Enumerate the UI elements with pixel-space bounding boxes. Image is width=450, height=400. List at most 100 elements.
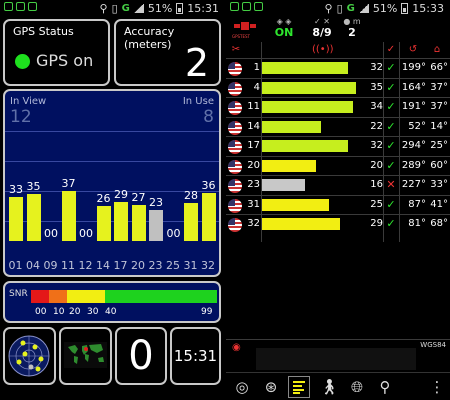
gps-status-panel[interactable]: GPS Status GPS on [3, 19, 110, 86]
snr-value: 16 [370, 179, 383, 190]
used-check-icon: ✓ [386, 61, 396, 74]
signal-bar [96, 206, 111, 241]
notification-icon [4, 2, 13, 11]
snr-tick-label: 30 [87, 307, 99, 317]
signal-bar [262, 159, 316, 172]
location-pin-icon[interactable]: ⚲ [374, 376, 396, 398]
speed-panel[interactable]: 0 [115, 327, 167, 385]
snr-legend-panel: SNR 00 10 20 30 40 99 [3, 281, 221, 323]
altitude: ● m 2 [340, 17, 364, 39]
table-row[interactable]: 23 16 ✕ 227° 33° [226, 175, 450, 194]
used-check-icon: ✓ [386, 80, 396, 94]
signal-value-label: 33 [9, 182, 23, 196]
elevation-icon: ⌂ [433, 44, 441, 55]
signal-bar [149, 210, 163, 241]
snr-label: SNR [9, 289, 28, 299]
notification-icon [28, 2, 37, 11]
walk-icon[interactable]: 🚶︎ [318, 376, 340, 398]
elevation-value: 37° [430, 101, 448, 112]
elevation-value: 41° [430, 198, 448, 210]
altitude-unit: m [352, 17, 361, 26]
used-check-icon: ✓ [386, 44, 396, 55]
signal-value-label: 28 [184, 189, 198, 203]
fix-icon: ◈ ◈ [276, 17, 292, 26]
signal-value-label: 00 [44, 227, 58, 240]
satellite-prn: 17 [247, 140, 260, 151]
used-check-icon: ✕ [386, 178, 396, 191]
satellite-prn-label: 01 [8, 259, 23, 272]
azimuth-icon: ↺ [408, 44, 418, 55]
signal-bar [61, 191, 76, 241]
fix-status: ◈ ◈ ON [270, 17, 298, 39]
time-panel[interactable]: 15:31 [170, 327, 221, 385]
mini-world-map[interactable] [59, 327, 112, 385]
satellite-prn-label: 11 [61, 259, 75, 272]
elevation-value: 37° [430, 81, 448, 93]
signal-chart-panel[interactable]: In View 12 In Use 8 33 01 35 04 00 09 37 11 00 12… [3, 89, 221, 277]
snr-value: 34 [370, 101, 383, 112]
table-row[interactable]: 1 32 ✓ 199° 66° [226, 58, 450, 77]
satellite-prn-label: 20 [131, 259, 145, 272]
us-flag-icon [228, 120, 242, 135]
app-logo[interactable]: GPSTEST [232, 18, 258, 40]
azimuth-value: 87° [408, 198, 426, 210]
globe-icon[interactable]: 🌐︎ [346, 376, 368, 398]
satellite-prn: 20 [247, 159, 260, 171]
satellite-prn: 4 [253, 81, 260, 93]
azimuth-value: 199° [401, 62, 426, 73]
no-satellite-icon: ✂ [231, 44, 241, 55]
chart-gridline [5, 161, 219, 162]
battery-level: 51% [147, 1, 173, 15]
signal-value-label: 35 [26, 179, 41, 193]
satellite-prn-label: 17 [113, 259, 128, 272]
elevation-value: 25° [430, 140, 448, 151]
azimuth-value: 289° [401, 159, 426, 171]
signal-bar [114, 202, 128, 241]
table-row[interactable]: 32 29 ✓ 81° 68° [226, 214, 450, 233]
satellite-logo-icon [234, 22, 256, 30]
us-flag-icon [228, 198, 242, 213]
check-cross-icon: ✓ ✕ [314, 17, 330, 26]
snr-value: 32 [370, 62, 383, 73]
mini-sky-view[interactable] [3, 327, 56, 385]
snr-tick-label: 20 [69, 307, 81, 317]
snr-value: 29 [370, 218, 383, 229]
table-header: ✂ ((•)) ✓ ↺ ⌂ [226, 42, 450, 58]
sky-radar-icon [8, 335, 50, 377]
speed-value: 0 [128, 333, 154, 379]
notification-icon [254, 2, 263, 11]
coordinates-field[interactable] [256, 348, 416, 370]
azimuth-value: 191° [401, 101, 426, 112]
table-row[interactable]: 20 20 ✓ 289° 60° [226, 155, 450, 175]
signal-list-icon[interactable] [288, 376, 310, 398]
snr-tick-label: 00 [35, 307, 47, 317]
vibrate-icon: ▯ [111, 1, 118, 15]
signal-bar [131, 204, 146, 241]
time-value: 15:31 [173, 347, 218, 365]
us-flag-icon [228, 101, 242, 115]
table-row[interactable]: 14 22 ✓ 52° 14° [226, 116, 450, 136]
notification-icon [242, 2, 251, 11]
elevation-value: 66° [430, 62, 448, 73]
satellite-prn: 23 [247, 179, 260, 190]
satellites-used-value: 8/9 [312, 26, 332, 39]
table-row[interactable]: 17 32 ✓ 294° 25° [226, 136, 450, 155]
gps-status-value: GPS on [36, 51, 94, 70]
more-icon[interactable]: ⋮ [426, 376, 448, 398]
datum-label: WGS84 [420, 341, 446, 349]
satellite-list-screen: GPSTEST ◈ ◈ ON ✓ ✕ 8/9 ● m 2 ✂ ((•)) ✓ ↺… [226, 16, 450, 400]
snr-tick-label: 10 [53, 307, 65, 317]
azimuth-value: 164° [401, 81, 426, 93]
table-row[interactable]: 11 34 ✓ 191° 37° [226, 97, 450, 116]
accuracy-panel[interactable]: Accuracy (meters) 2 [114, 19, 221, 86]
network-icon: G [121, 2, 130, 14]
radar-icon[interactable]: ⊛ [260, 376, 282, 398]
used-check-icon: ✓ [386, 197, 396, 211]
table-row[interactable]: 31 25 ✓ 87° 41° [226, 194, 450, 214]
elevation-value: 14° [430, 120, 448, 132]
table-row[interactable]: 4 35 ✓ 164° 37° [226, 77, 450, 97]
compass-icon[interactable]: ◎ [231, 376, 253, 398]
chart-gridline [5, 131, 219, 132]
app-logo-text: GPSTEST [232, 34, 251, 39]
signal-strength-icon: ((•)) [312, 44, 334, 55]
